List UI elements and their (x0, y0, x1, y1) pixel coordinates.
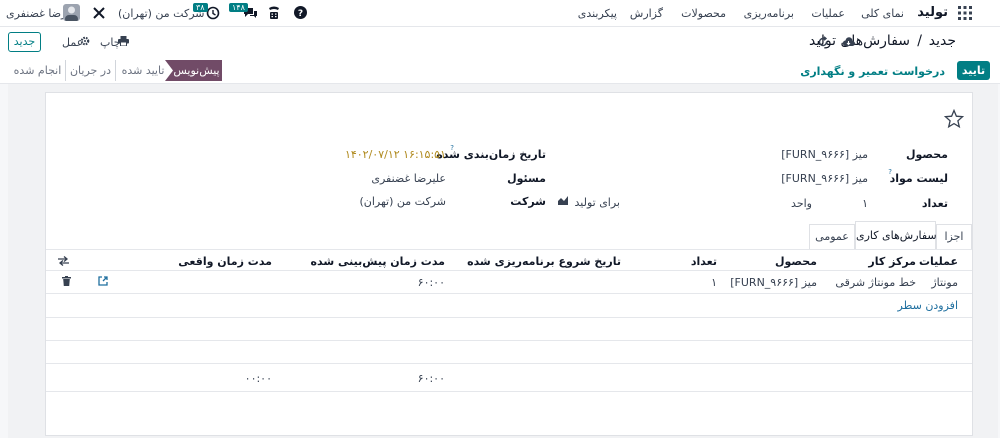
priority-star-icon[interactable] (944, 109, 964, 129)
column-expected-duration[interactable]: مدت زمان پیش‌بینی شده (311, 255, 445, 268)
tab-work-orders[interactable]: سفارش‌های کاری (855, 221, 937, 250)
row-divider-3 (46, 340, 972, 341)
menu-overview[interactable]: نمای کلی (861, 7, 904, 20)
phone-icon[interactable] (268, 6, 280, 20)
app-name[interactable]: تولید (917, 5, 948, 20)
tabs-divider (46, 249, 972, 250)
menu-planning[interactable]: برنامه‌ریزی (744, 7, 794, 20)
product-label: محصول (905, 148, 948, 161)
help-icon[interactable]: ? (294, 6, 307, 19)
open-record-icon[interactable] (98, 276, 108, 286)
new-button-label: جدید (13, 35, 36, 48)
stage-done-label: انجام شده (13, 64, 62, 77)
menu-products[interactable]: محصولات (681, 7, 726, 20)
confirm-label: تایید (961, 64, 986, 77)
forecast-chart-icon[interactable] (558, 196, 568, 205)
stage-in-progress-label: در جریان (69, 64, 112, 77)
quantity-value[interactable]: ۱ (862, 197, 868, 210)
row-workcenter[interactable]: خط مونتاژ شرقی (835, 276, 916, 289)
tab-components[interactable]: اجزا (936, 224, 972, 249)
tab-work-orders-label: سفارش‌های کاری (856, 229, 937, 242)
menu-operations[interactable]: عملیات (811, 7, 845, 20)
activity-icon[interactable] (206, 6, 220, 20)
company-label: شرکت (510, 195, 546, 208)
company-switcher[interactable]: شرکت من (تهران) (118, 7, 205, 20)
bom-value[interactable]: [FURN_۹۶۶۶] میز (781, 172, 868, 185)
row-product[interactable]: [FURN_۹۶۶۶] میز (730, 276, 817, 289)
form-background: محصول [FURN_۹۶۶۶] میز لیست مواد ? [FURN_… (8, 84, 998, 438)
row-operation[interactable]: مونتاژ (931, 276, 958, 289)
stage-in-progress[interactable]: در جریان (66, 60, 116, 81)
row-quantity[interactable]: ۱ (711, 276, 717, 289)
column-product[interactable]: محصول (775, 255, 817, 268)
stage-done[interactable]: انجام شده (10, 60, 66, 81)
bom-label: لیست مواد (889, 172, 948, 185)
activity-badge: ۳۸ (193, 3, 208, 12)
scheduled-date-value[interactable]: ۱۴۰۲/۰۷/۱۲ ۱۶:۱۵:۵۱ (345, 148, 446, 161)
stage-draft[interactable]: پیش‌نویس (165, 60, 222, 81)
delete-row-icon[interactable] (62, 276, 71, 286)
control-panel: سفارش‌های تولید / جدید جدید عمل چاپ (0, 27, 1000, 58)
messages-badge: ۱۴۸ (229, 3, 248, 12)
apps-menu-icon[interactable] (958, 6, 972, 20)
column-quantity[interactable]: تعداد (691, 255, 717, 268)
company-value[interactable]: شرکت من (تهران) (359, 195, 446, 208)
page-title: جدید (928, 33, 956, 49)
debug-tools-icon[interactable] (92, 6, 106, 20)
avatar[interactable] (63, 4, 80, 21)
stage-draft-label: پیش‌نویس (173, 64, 220, 77)
stage-confirmed[interactable]: تایید شده (113, 60, 173, 81)
top-navbar: تولید نمای کلی عملیات برنامه‌ریزی محصولا… (0, 0, 1000, 27)
row-divider-2 (46, 317, 972, 318)
tab-miscellaneous-label: عمومی (815, 230, 849, 243)
total-expected-duration: ۶۰:۰۰ (417, 372, 445, 385)
product-value[interactable]: [FURN_۹۶۶۶] میز (781, 148, 868, 161)
menu-configuration[interactable]: پیکربندی (578, 7, 617, 20)
table-header-divider (46, 270, 972, 271)
new-button[interactable]: جدید (8, 32, 41, 52)
discard-icon[interactable] (817, 36, 829, 48)
tab-miscellaneous[interactable]: عمومی (809, 224, 855, 249)
breadcrumb-separator: / (917, 33, 922, 49)
quantity-label: تعداد (921, 197, 948, 210)
scheduled-date-help-icon[interactable]: ? (450, 144, 454, 152)
printer-icon (118, 36, 129, 46)
totals-divider (46, 391, 972, 392)
menu-reporting[interactable]: گزارش (630, 7, 663, 20)
status-bar: تایید درخواست تعمیر و نگهداری پیش‌نویس ت… (0, 58, 1000, 84)
responsible-label: مسئول (507, 172, 546, 185)
responsible-value[interactable]: علیرضا غضنفری (371, 172, 446, 185)
row-divider-4 (46, 363, 972, 364)
row-divider (46, 293, 972, 294)
tab-components-label: اجزا (944, 230, 964, 243)
uom-value[interactable]: واحد (791, 197, 812, 210)
form-sheet: محصول [FURN_۹۶۶۶] میز لیست مواد ? [FURN_… (45, 92, 973, 436)
gear-icon (80, 36, 90, 46)
total-real-duration: ۰۰:۰۰ (244, 372, 272, 385)
to-produce-label: برای تولید (574, 196, 620, 209)
bom-help-icon[interactable]: ? (888, 168, 892, 176)
column-workcenter[interactable]: مرکز کار (868, 255, 916, 268)
column-operation[interactable]: عملیات (919, 255, 958, 268)
stage-confirmed-label: تایید شده (121, 64, 165, 77)
column-planned-start[interactable]: تاریخ شروع برنامه‌ریزی شده (467, 255, 621, 268)
column-real-duration[interactable]: مدت زمان واقعی (178, 255, 272, 268)
save-cloud-icon[interactable] (842, 37, 855, 47)
row-expected-duration[interactable]: ۶۰:۰۰ (418, 276, 445, 289)
maintenance-request-button[interactable]: درخواست تعمیر و نگهداری (800, 65, 945, 78)
add-line-link[interactable]: افزودن سطر (898, 299, 958, 312)
optional-columns-icon[interactable] (58, 256, 69, 266)
confirm-button[interactable]: تایید (957, 61, 990, 80)
svg-text:?: ? (298, 9, 303, 19)
